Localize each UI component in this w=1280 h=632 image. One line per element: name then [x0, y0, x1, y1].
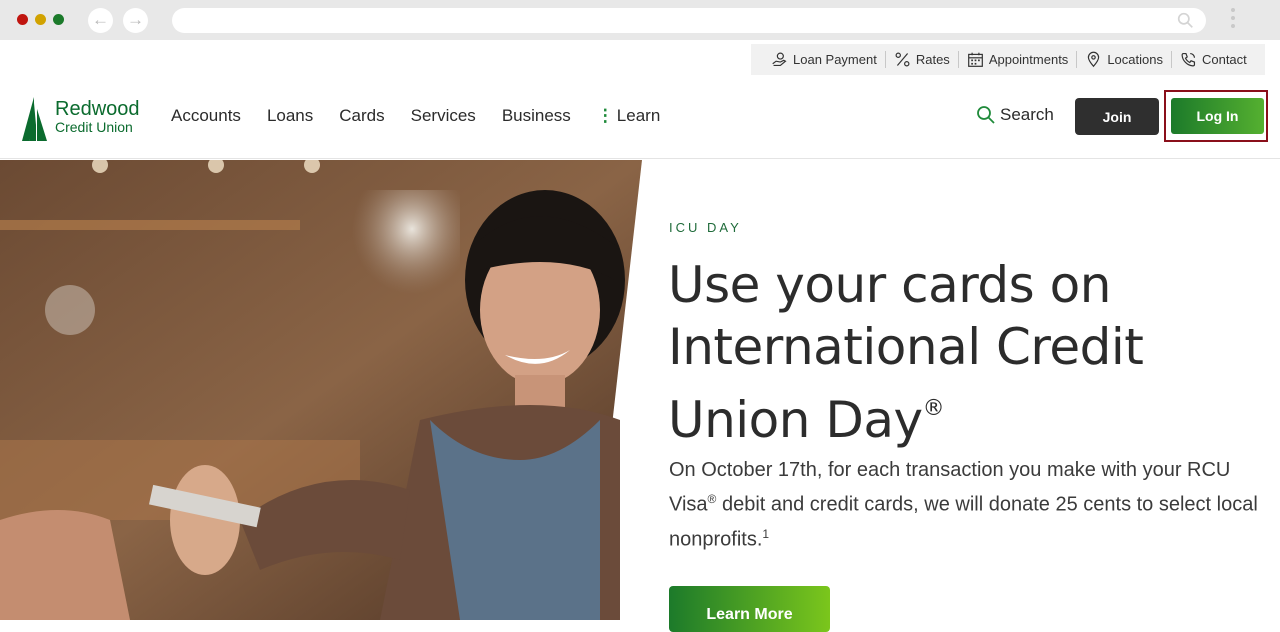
- forward-arrow-icon[interactable]: →: [123, 8, 148, 33]
- hand-coin-icon: [772, 52, 787, 67]
- body-part2: debit and credit cards, we will donate 2…: [669, 493, 1258, 551]
- nav-services[interactable]: Services: [411, 106, 476, 126]
- browser-chrome: ← →: [0, 0, 1280, 40]
- registered-mark: ®: [922, 396, 945, 421]
- nav-loans[interactable]: Loans: [267, 106, 313, 126]
- search-label: Search: [1000, 105, 1054, 124]
- appointments-link[interactable]: Appointments: [959, 51, 1077, 68]
- rates-label: Rates: [915, 52, 950, 67]
- minimize-window-icon[interactable]: [35, 14, 46, 25]
- loan-payment-link[interactable]: Loan Payment: [763, 51, 885, 68]
- nav-accounts[interactable]: Accounts: [171, 106, 241, 126]
- nav-business[interactable]: Business: [502, 106, 571, 126]
- browser-menu-icon[interactable]: [1228, 8, 1238, 34]
- headline-line3: Union Day: [668, 391, 923, 449]
- tree-logo-icon: [22, 97, 47, 141]
- search-icon: [1177, 12, 1193, 28]
- hero-image: [0, 160, 642, 620]
- nav-learn-label: Learn: [616, 106, 661, 125]
- maximize-window-icon[interactable]: [53, 14, 64, 25]
- nav-cards[interactable]: Cards: [339, 106, 384, 126]
- more-dots-icon: ⋮: [596, 106, 614, 125]
- search-button[interactable]: Search: [976, 105, 1054, 125]
- hero-headline: Use your cards on International Credit U…: [668, 254, 1258, 451]
- map-pin-icon: [1088, 51, 1100, 68]
- nav-learn[interactable]: ⋮ Learn: [597, 106, 660, 126]
- search-icon: [977, 106, 995, 124]
- hero-eyebrow: ICU DAY: [669, 220, 742, 235]
- site-header: Redwood Credit Union Accounts Loans Card…: [0, 75, 1280, 159]
- locations-label: Locations: [1107, 52, 1163, 67]
- loan-payment-label: Loan Payment: [793, 52, 877, 67]
- appointments-label: Appointments: [988, 52, 1069, 67]
- join-button[interactable]: Join: [1075, 98, 1159, 135]
- calendar-icon: [967, 52, 983, 67]
- learn-more-button[interactable]: Learn More: [669, 586, 830, 632]
- main-nav: Accounts Loans Cards Services Business ⋮…: [171, 106, 686, 126]
- utility-bar: Loan Payment Rates Appointments Location…: [751, 44, 1265, 75]
- brand-name-line2: Credit Union: [55, 119, 133, 135]
- close-window-icon[interactable]: [17, 14, 28, 25]
- back-arrow-icon[interactable]: ←: [88, 8, 113, 33]
- contact-label: Contact: [1201, 52, 1247, 67]
- headline-line1: Use your cards on: [668, 256, 1111, 314]
- headline-line2: International Credit: [668, 318, 1144, 376]
- login-button[interactable]: Log In: [1171, 98, 1264, 134]
- percent-icon: [895, 52, 910, 67]
- cafe-photo: [0, 160, 642, 620]
- phone-icon: [1181, 52, 1196, 67]
- hero-body: On October 17th, for each transaction yo…: [669, 456, 1269, 554]
- address-bar[interactable]: [172, 8, 1206, 33]
- redwood-logo[interactable]: Redwood Credit Union: [20, 95, 150, 143]
- brand-name-line1: Redwood: [55, 98, 140, 120]
- locations-link[interactable]: Locations: [1077, 51, 1171, 68]
- footnote-marker: 1: [762, 526, 770, 541]
- contact-link[interactable]: Contact: [1172, 51, 1255, 68]
- rates-link[interactable]: Rates: [886, 51, 958, 68]
